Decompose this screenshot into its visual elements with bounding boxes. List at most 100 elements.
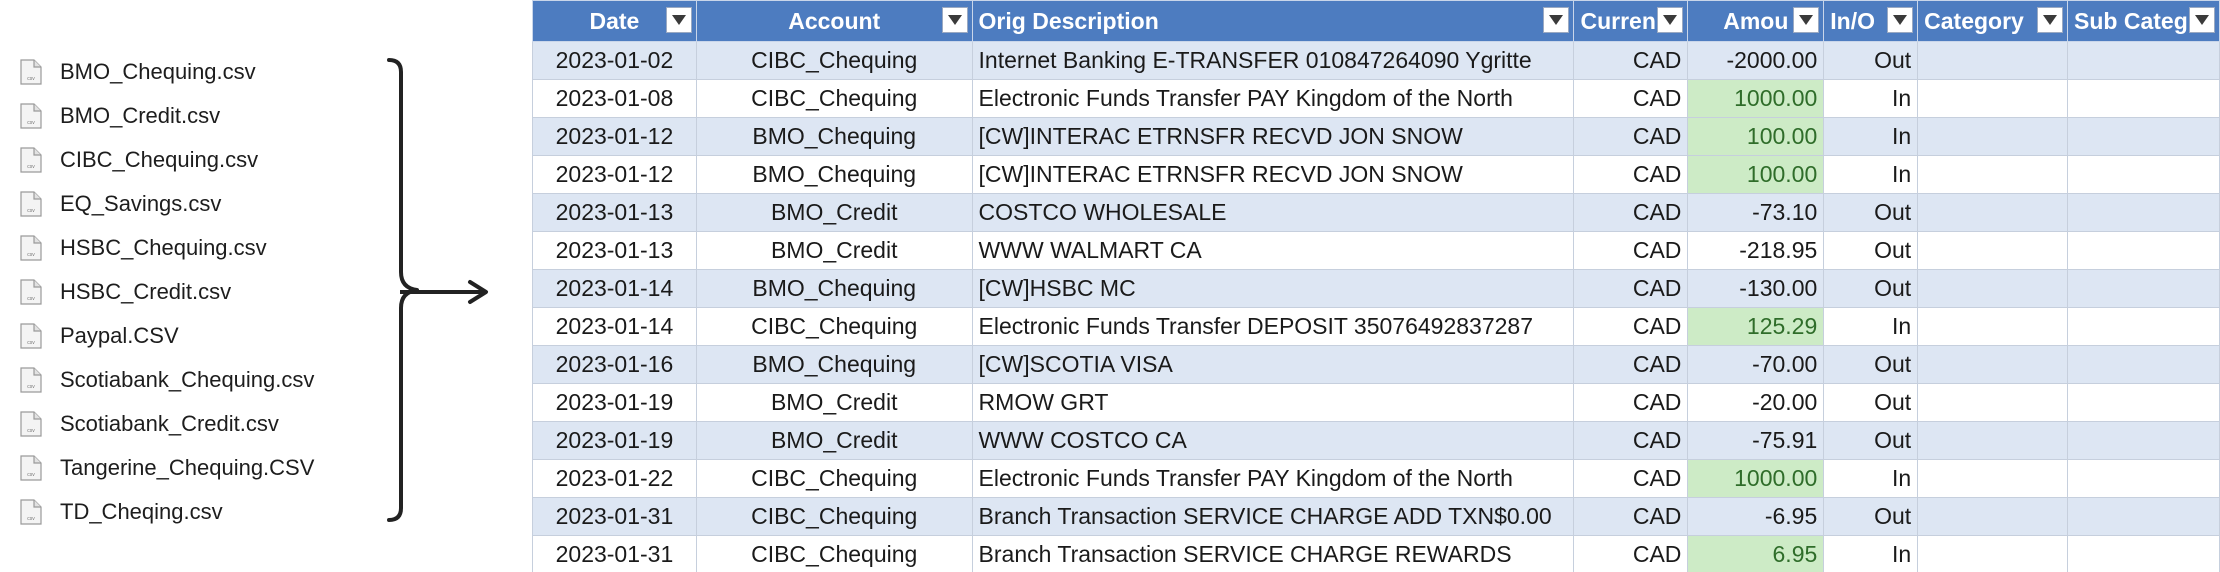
column-header-sub-category[interactable]: Sub Categ [2067, 0, 2220, 42]
amount-cell[interactable]: -20.00 [1687, 383, 1825, 422]
currency-cell[interactable]: CAD [1573, 117, 1689, 156]
currency-cell[interactable]: CAD [1573, 41, 1689, 80]
sub-category-cell[interactable] [2067, 269, 2220, 308]
description-cell[interactable]: Branch Transaction SERVICE CHARGE ADD TX… [971, 497, 1575, 536]
date-cell[interactable]: 2023-01-16 [532, 345, 697, 384]
account-cell[interactable]: BMO_Credit [695, 421, 973, 460]
category-cell[interactable] [1917, 421, 2069, 460]
in-out-cell[interactable]: Out [1823, 421, 1919, 460]
file-item[interactable]: csv Scotiabank_Chequing.csv [20, 358, 314, 402]
account-cell[interactable]: CIBC_Chequing [695, 497, 973, 536]
account-cell[interactable]: BMO_Chequing [695, 269, 973, 308]
account-cell[interactable]: CIBC_Chequing [695, 535, 973, 572]
account-cell[interactable]: BMO_Chequing [695, 117, 973, 156]
currency-cell[interactable]: CAD [1573, 269, 1689, 308]
amount-cell[interactable]: -2000.00 [1687, 41, 1825, 80]
category-cell[interactable] [1917, 269, 2069, 308]
category-cell[interactable] [1917, 117, 2069, 156]
date-cell[interactable]: 2023-01-02 [532, 41, 697, 80]
description-cell[interactable]: RMOW GRT [971, 383, 1575, 422]
sub-category-cell[interactable] [2067, 459, 2220, 498]
sub-category-cell[interactable] [2067, 383, 2220, 422]
currency-cell[interactable]: CAD [1573, 79, 1689, 118]
description-cell[interactable]: Electronic Funds Transfer PAY Kingdom of… [971, 79, 1575, 118]
description-cell[interactable]: Branch Transaction SERVICE CHARGE REWARD… [971, 535, 1575, 572]
amount-cell[interactable]: -218.95 [1687, 231, 1825, 270]
date-cell[interactable]: 2023-01-19 [532, 421, 697, 460]
description-cell[interactable]: [CW]HSBC MC [971, 269, 1575, 308]
sub-category-cell[interactable] [2067, 497, 2220, 536]
currency-cell[interactable]: CAD [1573, 459, 1689, 498]
description-cell[interactable]: Internet Banking E-TRANSFER 010847264090… [971, 41, 1575, 80]
category-cell[interactable] [1917, 497, 2069, 536]
currency-cell[interactable]: CAD [1573, 535, 1689, 572]
date-cell[interactable]: 2023-01-31 [532, 497, 697, 536]
date-cell[interactable]: 2023-01-19 [532, 383, 697, 422]
currency-cell[interactable]: CAD [1573, 421, 1689, 460]
column-header-category[interactable]: Category [1917, 0, 2069, 42]
amount-cell[interactable]: 1000.00 [1687, 79, 1825, 118]
sub-category-cell[interactable] [2067, 79, 2220, 118]
amount-cell[interactable]: 100.00 [1687, 155, 1825, 194]
currency-cell[interactable]: CAD [1573, 345, 1689, 384]
amount-cell[interactable]: -130.00 [1687, 269, 1825, 308]
sub-category-cell[interactable] [2067, 345, 2220, 384]
category-cell[interactable] [1917, 535, 2069, 572]
file-item[interactable]: csv CIBC_Chequing.csv [20, 138, 258, 182]
sub-category-cell[interactable] [2067, 193, 2220, 232]
in-out-cell[interactable]: Out [1823, 345, 1919, 384]
amount-cell[interactable]: -75.91 [1687, 421, 1825, 460]
sub-category-cell[interactable] [2067, 117, 2220, 156]
currency-cell[interactable]: CAD [1573, 155, 1689, 194]
in-out-cell[interactable]: In [1823, 535, 1919, 572]
file-item[interactable]: csv BMO_Chequing.csv [20, 50, 256, 94]
account-cell[interactable]: BMO_Credit [695, 231, 973, 270]
file-item[interactable]: csv BMO_Credit.csv [20, 94, 220, 138]
currency-cell[interactable]: CAD [1573, 383, 1689, 422]
date-cell[interactable]: 2023-01-12 [532, 117, 697, 156]
category-cell[interactable] [1917, 155, 2069, 194]
column-header-date[interactable]: Date [532, 0, 697, 42]
currency-cell[interactable]: CAD [1573, 497, 1689, 536]
file-item[interactable]: csv Paypal.CSV [20, 314, 179, 358]
column-header-currency[interactable]: Curren [1573, 0, 1689, 42]
currency-cell[interactable]: CAD [1573, 193, 1689, 232]
currency-cell[interactable]: CAD [1573, 231, 1689, 270]
in-out-cell[interactable]: In [1823, 155, 1919, 194]
account-cell[interactable]: CIBC_Chequing [695, 79, 973, 118]
category-cell[interactable] [1917, 307, 2069, 346]
in-out-cell[interactable]: In [1823, 459, 1919, 498]
account-cell[interactable]: CIBC_Chequing [695, 41, 973, 80]
column-header-amount[interactable]: Amou [1687, 0, 1825, 42]
sub-category-cell[interactable] [2067, 421, 2220, 460]
date-cell[interactable]: 2023-01-22 [532, 459, 697, 498]
description-cell[interactable]: Electronic Funds Transfer PAY Kingdom of… [971, 459, 1575, 498]
description-cell[interactable]: WWW WALMART CA [971, 231, 1575, 270]
description-cell[interactable]: Electronic Funds Transfer DEPOSIT 350764… [971, 307, 1575, 346]
date-cell[interactable]: 2023-01-14 [532, 269, 697, 308]
date-cell[interactable]: 2023-01-31 [532, 535, 697, 572]
filter-dropdown-icon[interactable] [1657, 7, 1684, 33]
in-out-cell[interactable]: Out [1823, 497, 1919, 536]
account-cell[interactable]: BMO_Credit [695, 193, 973, 232]
date-cell[interactable]: 2023-01-08 [532, 79, 697, 118]
description-cell[interactable]: [CW]INTERAC ETRNSFR RECVD JON SNOW [971, 155, 1575, 194]
in-out-cell[interactable]: Out [1823, 193, 1919, 232]
date-cell[interactable]: 2023-01-14 [532, 307, 697, 346]
in-out-cell[interactable]: Out [1823, 383, 1919, 422]
category-cell[interactable] [1917, 231, 2069, 270]
category-cell[interactable] [1917, 41, 2069, 80]
account-cell[interactable]: BMO_Chequing [695, 345, 973, 384]
description-cell[interactable]: [CW]INTERAC ETRNSFR RECVD JON SNOW [971, 117, 1575, 156]
currency-cell[interactable]: CAD [1573, 307, 1689, 346]
sub-category-cell[interactable] [2067, 231, 2220, 270]
sub-category-cell[interactable] [2067, 535, 2220, 572]
filter-dropdown-icon[interactable] [2189, 7, 2215, 33]
date-cell[interactable]: 2023-01-12 [532, 155, 697, 194]
category-cell[interactable] [1917, 79, 2069, 118]
column-header-account[interactable]: Account [695, 0, 973, 42]
amount-cell[interactable]: 100.00 [1687, 117, 1825, 156]
account-cell[interactable]: BMO_Credit [695, 383, 973, 422]
account-cell[interactable]: CIBC_Chequing [695, 459, 973, 498]
file-item[interactable]: csv Scotiabank_Credit.csv [20, 402, 279, 446]
